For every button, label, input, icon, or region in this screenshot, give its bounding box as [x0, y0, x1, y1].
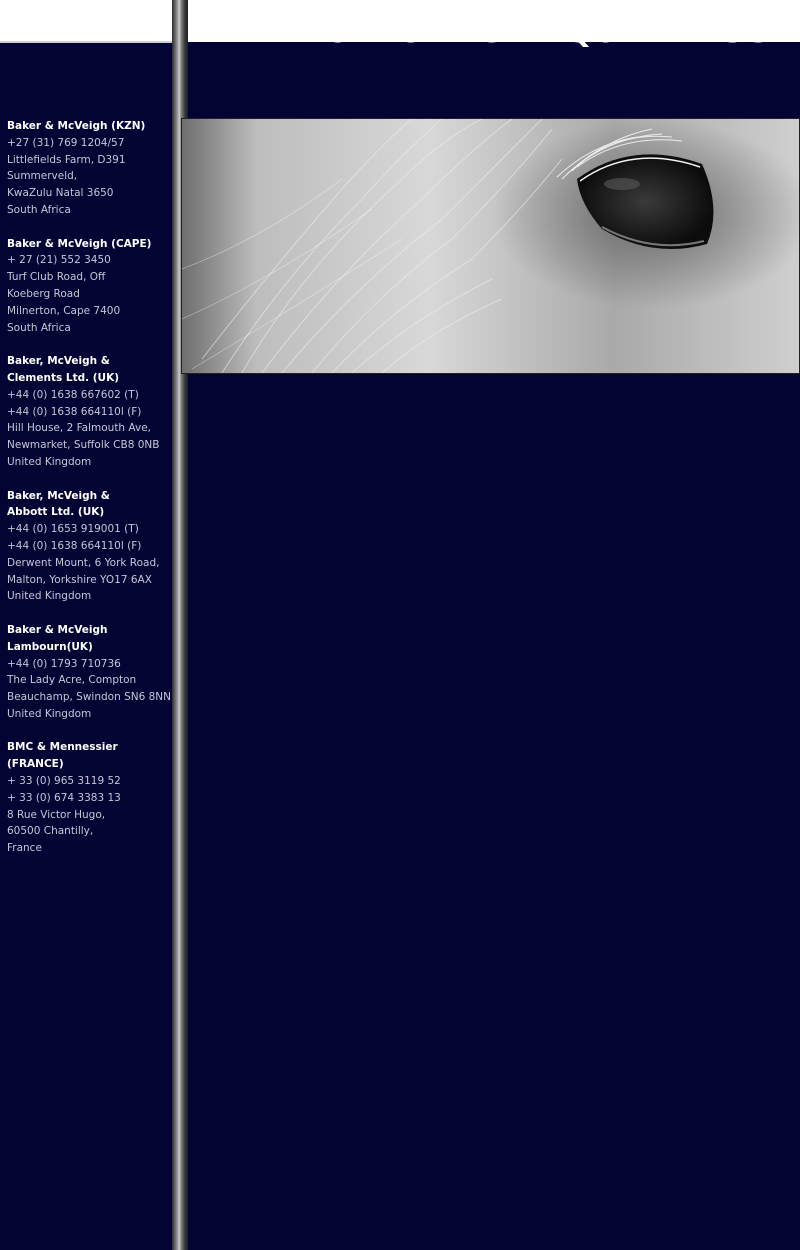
- hero-image: [181, 118, 800, 374]
- office-block: Baker, McVeigh & Clements Ltd. (UK) +44 (0…: [7, 353, 169, 471]
- office-name: Clements Ltd. (UK): [7, 371, 120, 384]
- office-detail-line: KwaZulu Natal 3650: [7, 187, 114, 200]
- office-detail-line: Hill House, 2 Falmouth Ave,: [7, 422, 152, 435]
- office-detail-line: South Africa: [7, 203, 71, 216]
- office-detail-line: Newmarket, Suffolk CB8 0NB: [7, 439, 160, 452]
- office-name: BMC & Mennessier (FRANCE): [7, 741, 118, 771]
- office-name: Baker, McVeigh &: [7, 355, 110, 368]
- office-block: Baker & McVeigh Lambourn(UK) +44 (0) 1793 …: [7, 622, 172, 723]
- office-detail-line: +44 (0) 1638 664110l (F): [7, 405, 142, 418]
- office-detail-line: +27 (31) 769 1204/57: [7, 136, 125, 149]
- office-name: Baker & McVeigh (CAPE): [7, 237, 152, 250]
- office-detail-line: +44 (0) 1653 919001 (T): [7, 523, 139, 536]
- office-detail-line: + 27 (21) 552 3450: [7, 254, 111, 267]
- office-block: Baker, McVeigh & Abbott Ltd. (UK) +44 (0) …: [7, 488, 169, 606]
- office-detail-line: +44 (0) 1638 667602 (T): [7, 388, 139, 401]
- office-detail-line: The Lady Acre, Compton: [7, 674, 137, 687]
- office-detail-line: + 33 (0) 674 3383 13: [7, 791, 121, 804]
- office-detail-line: Malton, Yorkshire YO17 6AX: [7, 573, 152, 586]
- office-block: BMC & Mennessier (FRANCE) + 33 (0) 965 31…: [7, 739, 169, 857]
- top-bar-right: [188, 0, 800, 42]
- office-detail-line: +44 (0) 1638 664110l (F): [7, 539, 142, 552]
- office-block: Baker & McVeigh (CAPE) + 27 (21) 552 3450…: [7, 236, 169, 337]
- office-name: Lambourn(UK): [7, 640, 93, 653]
- office-detail-line: Derwent Mount, 6 York Road,: [7, 556, 160, 569]
- horse-eye-image: [182, 119, 799, 373]
- office-detail-line: France: [7, 842, 42, 855]
- office-detail-line: United Kingdom: [7, 590, 92, 603]
- office-detail-line: South Africa: [7, 321, 71, 334]
- office-detail-line: Koeberg Road: [7, 287, 80, 300]
- top-bar-left: [0, 0, 172, 43]
- office-detail-line: + 33 (0) 965 3119 52: [7, 775, 121, 788]
- office-detail-line: 8 Rue Victor Hugo,: [7, 808, 106, 821]
- office-detail-line: United Kingdom: [7, 455, 92, 468]
- office-detail-line: Milnerton, Cape 7400: [7, 304, 121, 317]
- office-detail-line: Littlefields Farm, D391: [7, 153, 126, 166]
- office-name: Baker & McVeigh (KZN): [7, 120, 146, 132]
- office-detail-line: Beauchamp, Swindon SN6 8NN: [7, 691, 172, 704]
- office-block: Baker & McVeigh (KZN) +27 (31) 769 1204/5…: [7, 118, 169, 219]
- office-detail-line: 60500 Chantilly,: [7, 825, 94, 838]
- office-detail-line: United Kingdom: [7, 707, 92, 720]
- office-detail-line: +44 (0) 1793 710736: [7, 657, 121, 670]
- office-name: Baker & McVeigh: [7, 623, 108, 636]
- office-detail-line: Turf Club Road, Off: [7, 271, 106, 284]
- office-name: Abbott Ltd. (UK): [7, 506, 105, 519]
- office-detail-line: Summerveld,: [7, 170, 78, 183]
- sidebar-offices: Baker & McVeigh (KZN) +27 (31) 769 1204/5…: [7, 118, 172, 874]
- office-name: Baker, McVeigh &: [7, 489, 110, 502]
